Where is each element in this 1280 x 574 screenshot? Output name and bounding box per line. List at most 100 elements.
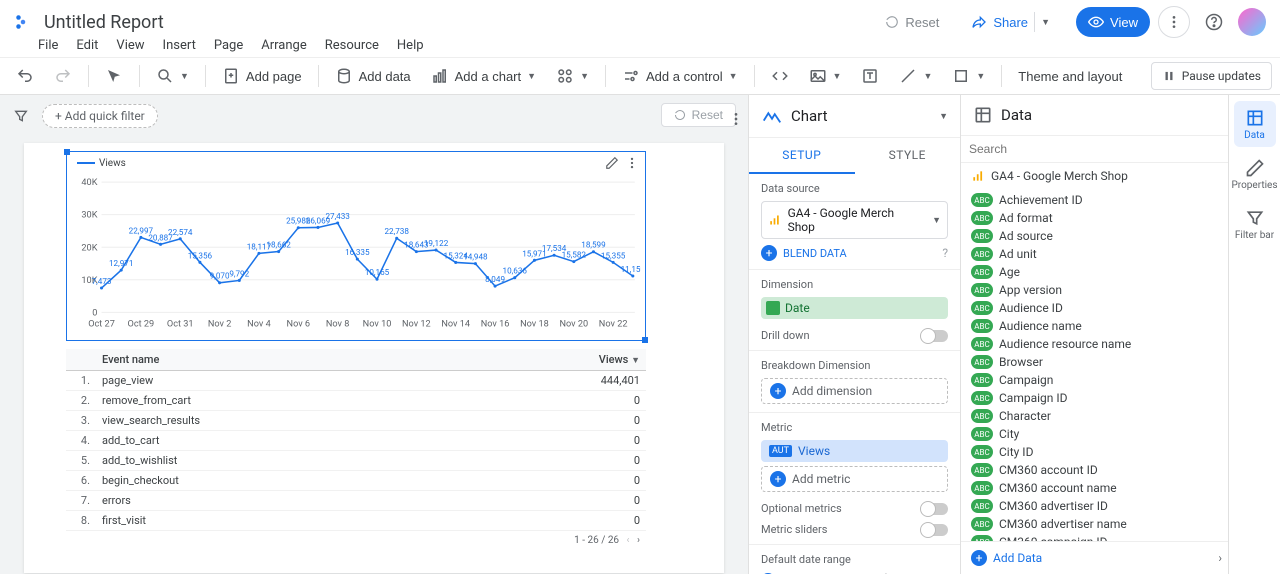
field-item[interactable]: ABCAd source — [961, 227, 1228, 245]
drilldown-label: Drill down — [761, 329, 810, 342]
field-item[interactable]: ABCCampaign — [961, 371, 1228, 389]
user-avatar[interactable] — [1238, 8, 1266, 36]
image-button[interactable]: ▼ — [801, 62, 850, 90]
add-quick-filter[interactable]: + Add quick filter — [42, 104, 158, 128]
dimension-chip[interactable]: Date — [761, 297, 948, 319]
view-button[interactable]: View — [1076, 7, 1150, 37]
selection-tool[interactable] — [97, 62, 131, 90]
field-item[interactable]: ABCAge — [961, 263, 1228, 281]
add-data-button[interactable]: Add data — [327, 62, 419, 90]
text-button[interactable] — [853, 62, 887, 90]
metric-chip[interactable]: AUTViews — [761, 440, 948, 462]
add-metric[interactable]: +Add metric — [761, 466, 948, 492]
table-col-views[interactable]: Views ▼ — [467, 349, 646, 371]
add-dimension[interactable]: +Add dimension — [761, 378, 948, 404]
community-viz-button[interactable]: ▼ — [548, 62, 597, 90]
table-row[interactable]: 6.begin_checkout0 — [66, 471, 646, 491]
field-item[interactable]: ABCCM360 advertiser ID — [961, 497, 1228, 515]
field-item[interactable]: ABCAudience resource name — [961, 335, 1228, 353]
table-col-event[interactable]: Event name — [96, 349, 467, 371]
help-icon[interactable]: ? — [942, 246, 948, 260]
table-row[interactable]: 8.first_visit0 — [66, 511, 646, 531]
field-item[interactable]: ABCCity — [961, 425, 1228, 443]
svg-text:14,948: 14,948 — [463, 252, 488, 262]
shape-button[interactable]: ▼ — [944, 62, 993, 90]
data-source-name[interactable]: GA4 - Google Merch Shop — [991, 169, 1128, 183]
table-row[interactable]: 3.view_search_results0 — [66, 411, 646, 431]
field-item[interactable]: ABCAd unit — [961, 245, 1228, 263]
svg-text:18,662: 18,662 — [266, 239, 291, 249]
svg-text:Oct 27: Oct 27 — [88, 320, 115, 330]
menu-view[interactable]: View — [116, 38, 144, 53]
share-button[interactable]: Share▼ — [959, 7, 1068, 37]
menu-resource[interactable]: Resource — [325, 38, 379, 53]
tab-style[interactable]: STYLE — [855, 138, 961, 174]
tab-setup[interactable]: SETUP — [749, 138, 855, 174]
search-input[interactable] — [961, 136, 1228, 163]
menu-arrange[interactable]: Arrange — [261, 38, 306, 53]
rail-tab-filterbar[interactable]: Filter bar — [1234, 201, 1276, 247]
field-item[interactable]: ABCBrowser — [961, 353, 1228, 371]
redo-button[interactable] — [46, 62, 80, 90]
pause-updates-button[interactable]: Pause updates — [1151, 62, 1272, 90]
panel-title: Chart — [791, 107, 828, 125]
help-icon[interactable] — [1198, 6, 1230, 38]
chart-component[interactable]: Views 40K30K20K10K07,47312,97122,99720,8… — [66, 151, 646, 341]
line-button[interactable]: ▼ — [891, 62, 940, 90]
more-options-icon[interactable] — [1158, 6, 1190, 38]
report-title[interactable]: Untitled Report — [44, 12, 164, 33]
add-page-button[interactable]: Add page — [214, 62, 310, 90]
menu-file[interactable]: File — [38, 38, 58, 53]
blend-add-icon[interactable]: + — [761, 245, 777, 261]
canvas-more-icon[interactable] — [720, 103, 748, 135]
menu-edit[interactable]: Edit — [76, 38, 98, 53]
zoom-button[interactable]: ▼ — [148, 62, 197, 90]
table-row[interactable]: 1.page_view444,401 — [66, 371, 646, 391]
table-pager[interactable]: 1 - 26 / 26 ‹ › — [66, 531, 646, 550]
table-row[interactable]: 2.remove_from_cart0 — [66, 391, 646, 411]
field-item[interactable]: ABCAchievement ID — [961, 191, 1228, 209]
rail-tab-data[interactable]: Data — [1234, 101, 1276, 147]
undo-button[interactable] — [8, 62, 42, 90]
svg-text:27,433: 27,433 — [325, 211, 350, 221]
edit-icon[interactable] — [605, 156, 619, 170]
table-row[interactable]: 7.errors0 — [66, 491, 646, 511]
report-page: Views 40K30K20K10K07,47312,97122,99720,8… — [24, 143, 724, 573]
chart-type-dropdown[interactable]: ▼ — [939, 111, 948, 122]
optional-metrics-toggle[interactable] — [922, 503, 948, 515]
svg-text:12,971: 12,971 — [109, 258, 133, 268]
filter-icon[interactable] — [8, 103, 34, 129]
field-item[interactable]: ABCCM360 campaign ID — [961, 533, 1228, 541]
add-data-link[interactable]: +Add Data › — [961, 541, 1228, 574]
table-component[interactable]: Event name Views ▼ 1.page_view444,4012.r… — [66, 349, 646, 550]
field-item[interactable]: ABCCM360 account ID — [961, 461, 1228, 479]
add-chart-button[interactable]: Add a chart▼ — [423, 62, 544, 90]
field-item[interactable]: ABCAd format — [961, 209, 1228, 227]
field-item[interactable]: ABCCharacter — [961, 407, 1228, 425]
field-item[interactable]: ABCApp version — [961, 281, 1228, 299]
menu-help[interactable]: Help — [397, 38, 424, 53]
metric-sliders-toggle[interactable] — [922, 524, 948, 536]
expand-icon[interactable]: › — [1218, 551, 1222, 565]
field-item[interactable]: ABCAudience name — [961, 317, 1228, 335]
field-item[interactable]: ABCCM360 advertiser name — [961, 515, 1228, 533]
data-source-selector[interactable]: GA4 - Google Merch Shop ▼ — [761, 201, 948, 239]
url-embed-button[interactable] — [763, 62, 797, 90]
chart-more-icon[interactable] — [625, 156, 639, 170]
reset-button[interactable]: Reset — [873, 7, 951, 37]
menu-insert[interactable]: Insert — [163, 38, 196, 53]
svg-text:15,355: 15,355 — [601, 250, 626, 260]
blend-data-link[interactable]: BLEND DATA — [783, 247, 847, 260]
menu-page[interactable]: Page — [214, 38, 243, 53]
theme-layout-button[interactable]: Theme and layout — [1010, 62, 1130, 90]
field-item[interactable]: ABCCM360 account name — [961, 479, 1228, 497]
field-item[interactable]: ABCCampaign ID — [961, 389, 1228, 407]
drilldown-toggle[interactable] — [922, 330, 948, 342]
field-item[interactable]: ABCAudience ID — [961, 299, 1228, 317]
table-col-index — [66, 349, 96, 371]
add-control-button[interactable]: Add a control▼ — [614, 62, 746, 90]
field-item[interactable]: ABCCity ID — [961, 443, 1228, 461]
rail-tab-properties[interactable]: Properties — [1234, 151, 1276, 197]
table-row[interactable]: 5.add_to_wishlist0 — [66, 451, 646, 471]
table-row[interactable]: 4.add_to_cart0 — [66, 431, 646, 451]
